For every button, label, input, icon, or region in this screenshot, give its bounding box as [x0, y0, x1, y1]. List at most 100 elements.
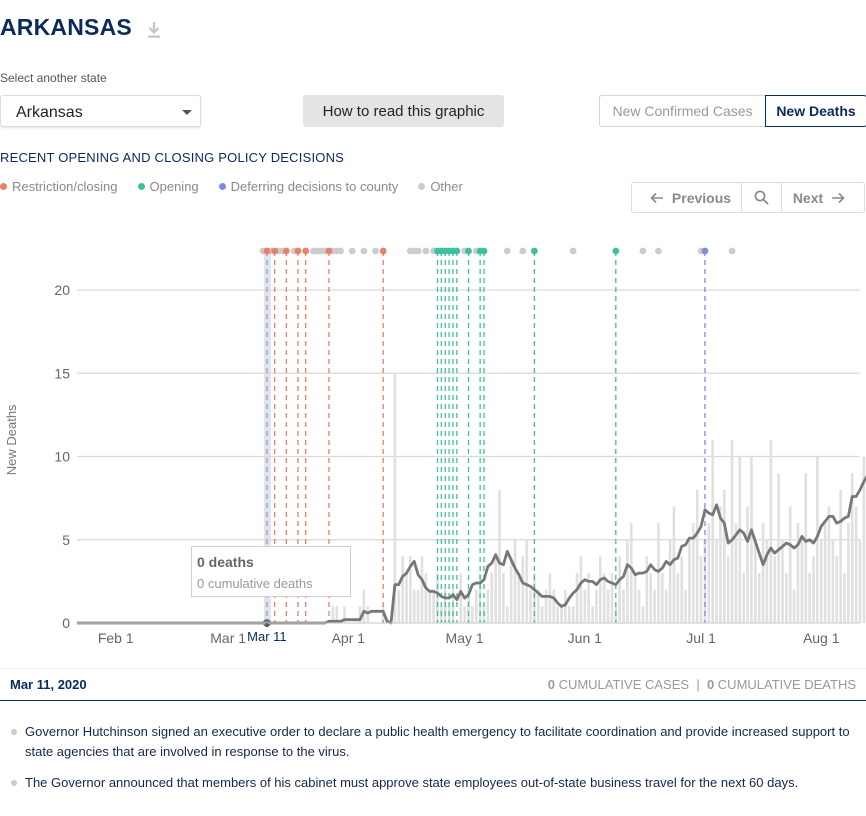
daily-death-bar [715, 539, 718, 623]
y-tick-label: 10 [54, 449, 70, 465]
x-tick-label: Jun 1 [568, 630, 602, 646]
x-tick-label: Jul 1 [686, 630, 716, 646]
daily-death-bar [695, 489, 699, 623]
daily-death-bar [827, 506, 831, 623]
daily-death-bar [637, 589, 641, 623]
daily-death-bar [742, 573, 746, 623]
legend-dot-icon [418, 183, 426, 190]
daily-death-bar [839, 489, 842, 623]
daily-death-bar [761, 523, 765, 623]
cumulative-cases-label: CUMULATIVE CASES [558, 677, 690, 692]
daily-death-bar [630, 523, 633, 623]
daily-death-bar [432, 589, 435, 623]
daily-death-bar [688, 539, 691, 623]
download-icon[interactable] [146, 21, 162, 39]
daily-death-bar [517, 573, 521, 623]
daily-death-bar [362, 589, 366, 623]
daily-death-bar [645, 556, 649, 623]
policy-event-dot [530, 247, 538, 255]
daily-death-bar [529, 589, 532, 623]
daily-death-bar [781, 539, 784, 623]
new-cases-toggle[interactable]: New Confirmed Cases [599, 95, 765, 127]
policy-event-dot [655, 247, 662, 255]
policy-note: Governor Hutchinson signed an executive … [10, 722, 860, 762]
daily-death-bar [416, 589, 420, 623]
daily-death-bar [490, 573, 494, 623]
daily-death-bar [552, 589, 556, 623]
policy-event-dot [379, 247, 387, 255]
x-tick-label: Feb 1 [98, 630, 134, 646]
daily-death-bar [486, 589, 490, 623]
legend-item: Restriction/closing [0, 179, 118, 194]
daily-death-bar [502, 573, 505, 623]
daily-death-bar [792, 589, 796, 623]
daily-death-bar [730, 439, 734, 623]
deaths-chart[interactable]: 0 5 10 15 20 New Deaths Feb 1 Mar 1 Apr 1 May 1 Ju… [0, 228, 866, 656]
legend-label: Restriction/closing [12, 179, 118, 194]
daily-death-bar [657, 523, 660, 623]
daily-death-bar [521, 556, 525, 623]
daily-death-bar [610, 573, 614, 623]
search-icon [754, 190, 769, 205]
daily-death-bar [738, 456, 742, 623]
cumulative-deaths-label: CUMULATIVE DEATHS [717, 677, 856, 692]
daily-death-bar [641, 606, 645, 623]
daily-death-bar [726, 556, 730, 623]
daily-death-bar [405, 573, 408, 623]
daily-death-bar [831, 539, 835, 623]
detail-bar: Mar 11, 2020 0 CUMULATIVE CASES | 0 CUMU… [0, 668, 866, 701]
daily-death-bar [424, 573, 428, 623]
y-tick-label: 20 [54, 282, 70, 298]
daily-death-bar [672, 506, 676, 623]
daily-death-bar [858, 539, 862, 623]
daily-death-bar [412, 589, 416, 623]
metric-toggle: New Confirmed Cases New Deaths [599, 95, 866, 127]
search-button[interactable] [742, 183, 782, 212]
policy-event-dot [282, 247, 290, 255]
daily-death-bar [661, 573, 664, 623]
daily-death-bar [723, 489, 726, 623]
policy-event-dot [519, 247, 527, 255]
daily-death-bar [595, 589, 598, 623]
daily-death-bar [854, 506, 858, 623]
policy-event-dot [360, 247, 368, 255]
policy-event-dot [263, 247, 271, 255]
daily-death-bar [591, 606, 594, 623]
state-select-label: Select another state [0, 71, 107, 85]
x-tick-label: Aug 1 [803, 630, 840, 646]
daily-death-bar [804, 473, 808, 623]
legend-dot-icon [0, 183, 7, 190]
daily-death-bar [471, 606, 474, 623]
new-deaths-toggle[interactable]: New Deaths [765, 95, 866, 127]
daily-death-bar [707, 523, 711, 623]
daily-death-bar [579, 556, 583, 623]
previous-button[interactable]: Previous [632, 183, 742, 212]
cumulative-deaths-value: 0 [706, 677, 715, 692]
legend-item: Opening [137, 179, 199, 194]
daily-death-bar [583, 589, 587, 623]
daily-death-bar [401, 556, 404, 623]
daily-death-bar [750, 456, 753, 623]
daily-death-bar [819, 539, 823, 623]
daily-death-bar [785, 573, 788, 623]
policy-event-dot [337, 247, 344, 255]
daily-death-bar [800, 539, 804, 623]
event-navigation: Previous Next [631, 182, 865, 213]
daily-death-bar [754, 539, 757, 623]
daily-death-bar [843, 573, 846, 623]
x-tick-label: Apr 1 [332, 630, 366, 646]
legend-dot-icon [137, 183, 145, 190]
next-button[interactable]: Next [782, 183, 864, 212]
y-tick-label: 15 [54, 365, 70, 381]
title-row: ARKANSAS [0, 14, 162, 41]
policy-event-dot [372, 247, 379, 255]
state-select-value: Arkansas [16, 104, 83, 121]
policy-event-dot [612, 247, 620, 255]
state-select[interactable]: Arkansas [0, 95, 201, 127]
daily-death-bar [498, 489, 501, 623]
how-to-read-button[interactable]: How to read this graphic [303, 95, 504, 127]
policy-event-dot [294, 247, 302, 255]
policy-note: The Governor announced that members of h… [10, 773, 860, 793]
chevron-down-icon [182, 110, 192, 115]
daily-death-bar [812, 556, 815, 623]
